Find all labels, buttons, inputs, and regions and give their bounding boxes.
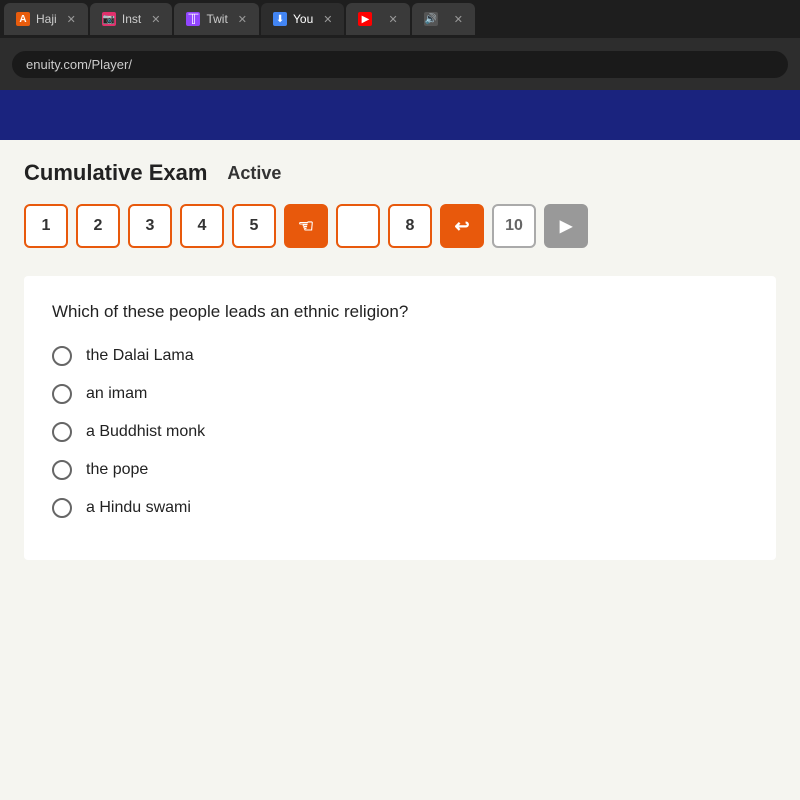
tab-icon-inst: 📷 — [102, 12, 116, 26]
app-header — [0, 90, 800, 140]
nav-btn-return[interactable]: ↩ — [440, 204, 484, 248]
tab-icon-twit: 𝕋 — [186, 12, 200, 26]
option-text-a: the Dalai Lama — [86, 347, 194, 365]
tab-icon-you: ⬇ — [273, 12, 287, 26]
exam-header: Cumulative Exam Active — [24, 160, 776, 186]
answer-option-d[interactable]: the pope — [52, 460, 748, 480]
tab-icon-yt: ▶ — [358, 12, 372, 26]
tab-bar: A Haji ✕ 📷 Inst ✕ 𝕋 Twit ✕ ⬇ You ✕ ▶ ✕ 🔊… — [0, 0, 800, 38]
nav-btn-8[interactable]: 8 — [388, 204, 432, 248]
tab-close-yt[interactable]: ✕ — [388, 13, 397, 26]
option-text-c: a Buddhist monk — [86, 423, 205, 441]
tab-icon-haji: A — [16, 12, 30, 26]
answer-option-b[interactable]: an imam — [52, 384, 748, 404]
tab-label-you: You — [293, 12, 313, 26]
nav-btn-2[interactable]: 2 — [76, 204, 120, 248]
nav-btn-1[interactable]: 1 — [24, 204, 68, 248]
question-nav: 1 2 3 4 5 ☜ 8 ↩ 10 ▶ — [24, 204, 776, 248]
browser-chrome: A Haji ✕ 📷 Inst ✕ 𝕋 Twit ✕ ⬇ You ✕ ▶ ✕ 🔊… — [0, 0, 800, 90]
nav-btn-5[interactable]: 5 — [232, 204, 276, 248]
answer-option-e[interactable]: a Hindu swami — [52, 498, 748, 518]
answer-option-a[interactable]: the Dalai Lama — [52, 346, 748, 366]
tab-haji[interactable]: A Haji ✕ — [4, 3, 88, 35]
tab-yt[interactable]: ▶ ✕ — [346, 3, 409, 35]
nav-btn-next[interactable]: ▶ — [544, 204, 588, 248]
tab-icon-snd: 🔊 — [424, 12, 438, 26]
nav-btn-10[interactable]: 10 — [492, 204, 536, 248]
exam-status: Active — [227, 163, 281, 184]
question-area: Which of these people leads an ethnic re… — [24, 276, 776, 560]
radio-c[interactable] — [52, 422, 72, 442]
tab-close-you[interactable]: ✕ — [323, 13, 332, 26]
option-text-e: a Hindu swami — [86, 499, 191, 517]
tab-inst[interactable]: 📷 Inst ✕ — [90, 3, 173, 35]
answer-option-c[interactable]: a Buddhist monk — [52, 422, 748, 442]
tab-you[interactable]: ⬇ You ✕ — [261, 3, 344, 35]
option-text-b: an imam — [86, 385, 147, 403]
nav-btn-4[interactable]: 4 — [180, 204, 224, 248]
url-field[interactable]: enuity.com/Player/ — [12, 51, 788, 78]
main-content: Cumulative Exam Active 1 2 3 4 5 ☜ 8 ↩ 1… — [0, 140, 800, 800]
tab-close-inst[interactable]: ✕ — [151, 13, 160, 26]
tab-close-haji[interactable]: ✕ — [67, 13, 76, 26]
tab-label-inst: Inst — [122, 12, 141, 26]
tab-snd[interactable]: 🔊 ✕ — [412, 3, 475, 35]
tab-close-twit[interactable]: ✕ — [238, 13, 247, 26]
radio-b[interactable] — [52, 384, 72, 404]
radio-d[interactable] — [52, 460, 72, 480]
tab-twit[interactable]: 𝕋 Twit ✕ — [174, 3, 259, 35]
option-text-d: the pope — [86, 461, 148, 479]
tab-label-haji: Haji — [36, 12, 57, 26]
question-text: Which of these people leads an ethnic re… — [52, 300, 748, 324]
nav-btn-3[interactable]: 3 — [128, 204, 172, 248]
tab-label-twit: Twit — [206, 12, 227, 26]
exam-title: Cumulative Exam — [24, 160, 207, 186]
address-bar: enuity.com/Player/ — [0, 38, 800, 90]
radio-a[interactable] — [52, 346, 72, 366]
radio-e[interactable] — [52, 498, 72, 518]
nav-btn-back[interactable]: ☜ — [284, 204, 328, 248]
nav-btn-6[interactable] — [336, 204, 380, 248]
tab-close-snd[interactable]: ✕ — [454, 13, 463, 26]
